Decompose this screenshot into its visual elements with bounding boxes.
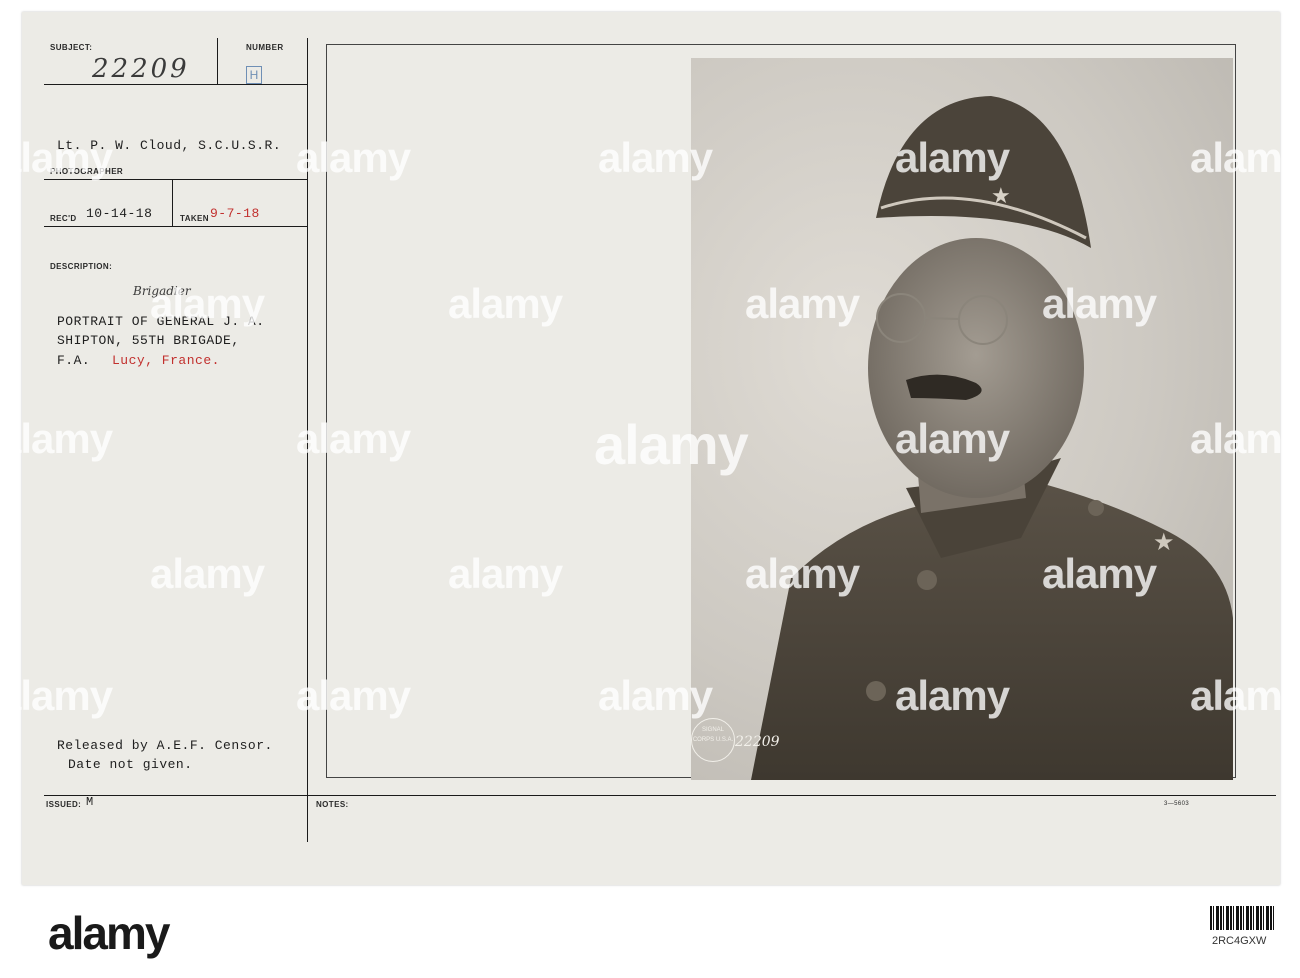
watermark: alamy bbox=[296, 415, 411, 462]
alamy-logo: alamy bbox=[48, 907, 170, 959]
release-line-2: Date not given. bbox=[68, 757, 193, 772]
form-rule-subject bbox=[44, 84, 308, 85]
watermark: alamy bbox=[1042, 280, 1157, 327]
description-label: DESCRIPTION: bbox=[50, 262, 113, 271]
watermark: alamy bbox=[895, 415, 1010, 462]
form-rule-dates bbox=[44, 226, 308, 227]
watermark: alamy bbox=[0, 415, 113, 462]
svg-text:★: ★ bbox=[991, 184, 1011, 209]
branding-bar bbox=[0, 888, 1300, 978]
watermark: alamy bbox=[895, 672, 1010, 719]
watermark: alamy bbox=[745, 280, 860, 327]
watermark: alamy bbox=[1190, 672, 1300, 719]
watermark: alamy bbox=[0, 672, 113, 719]
number-value: H bbox=[246, 66, 262, 84]
watermark: alamy bbox=[150, 550, 265, 597]
form-divider-subject-number bbox=[217, 38, 218, 84]
notes-label: NOTES: bbox=[316, 800, 349, 809]
issued-value: M bbox=[86, 795, 94, 809]
description-line-3b: Lucy, France. bbox=[112, 353, 220, 368]
taken-value: 9-7-18 bbox=[210, 206, 260, 221]
number-label: NUMBER bbox=[246, 43, 284, 52]
image-id: 2RC4GXW bbox=[1212, 935, 1267, 947]
watermark-center: alamy bbox=[594, 413, 749, 476]
form-rule-bottom bbox=[44, 795, 1276, 796]
form-code: 3—5603 bbox=[1164, 801, 1190, 807]
svg-text:★: ★ bbox=[1153, 528, 1175, 556]
watermark: alamy bbox=[598, 672, 713, 719]
watermark: alamy bbox=[296, 672, 411, 719]
photo-stamp-number: 22209 bbox=[735, 734, 780, 750]
barcode-icon bbox=[1210, 906, 1276, 930]
watermark: alamy bbox=[1190, 415, 1300, 462]
watermark: alamy bbox=[448, 280, 563, 327]
subject-label: SUBJECT: bbox=[50, 43, 93, 52]
watermark: alamy bbox=[598, 134, 713, 181]
watermark: alamy bbox=[895, 134, 1010, 181]
release-line-1: Released by A.E.F. Censor. bbox=[57, 738, 273, 753]
watermark: alamy bbox=[150, 280, 265, 327]
subject-value: 22209 bbox=[92, 54, 190, 84]
watermark: alamy bbox=[448, 550, 563, 597]
taken-label: TAKEN bbox=[180, 214, 209, 223]
watermark: alamy bbox=[296, 134, 411, 181]
description-line-2: SHIPTON, 55TH BRIGADE, bbox=[57, 333, 240, 348]
issued-label: ISSUED: bbox=[46, 800, 82, 809]
watermark: alamy bbox=[0, 134, 113, 181]
stamp-text: SIGNAL CORPS U.S.A. bbox=[692, 727, 734, 743]
recd-value: 10-14-18 bbox=[86, 206, 153, 221]
watermark: alamy bbox=[1042, 550, 1157, 597]
form-divider-recd-taken bbox=[172, 180, 173, 226]
watermark: alamy bbox=[1190, 134, 1300, 181]
description-line-3a: F.A. bbox=[57, 353, 91, 368]
signal-corps-stamp: SIGNAL CORPS U.S.A. bbox=[691, 718, 735, 762]
recd-label: REC'D bbox=[50, 214, 77, 223]
watermark: alamy bbox=[745, 550, 860, 597]
